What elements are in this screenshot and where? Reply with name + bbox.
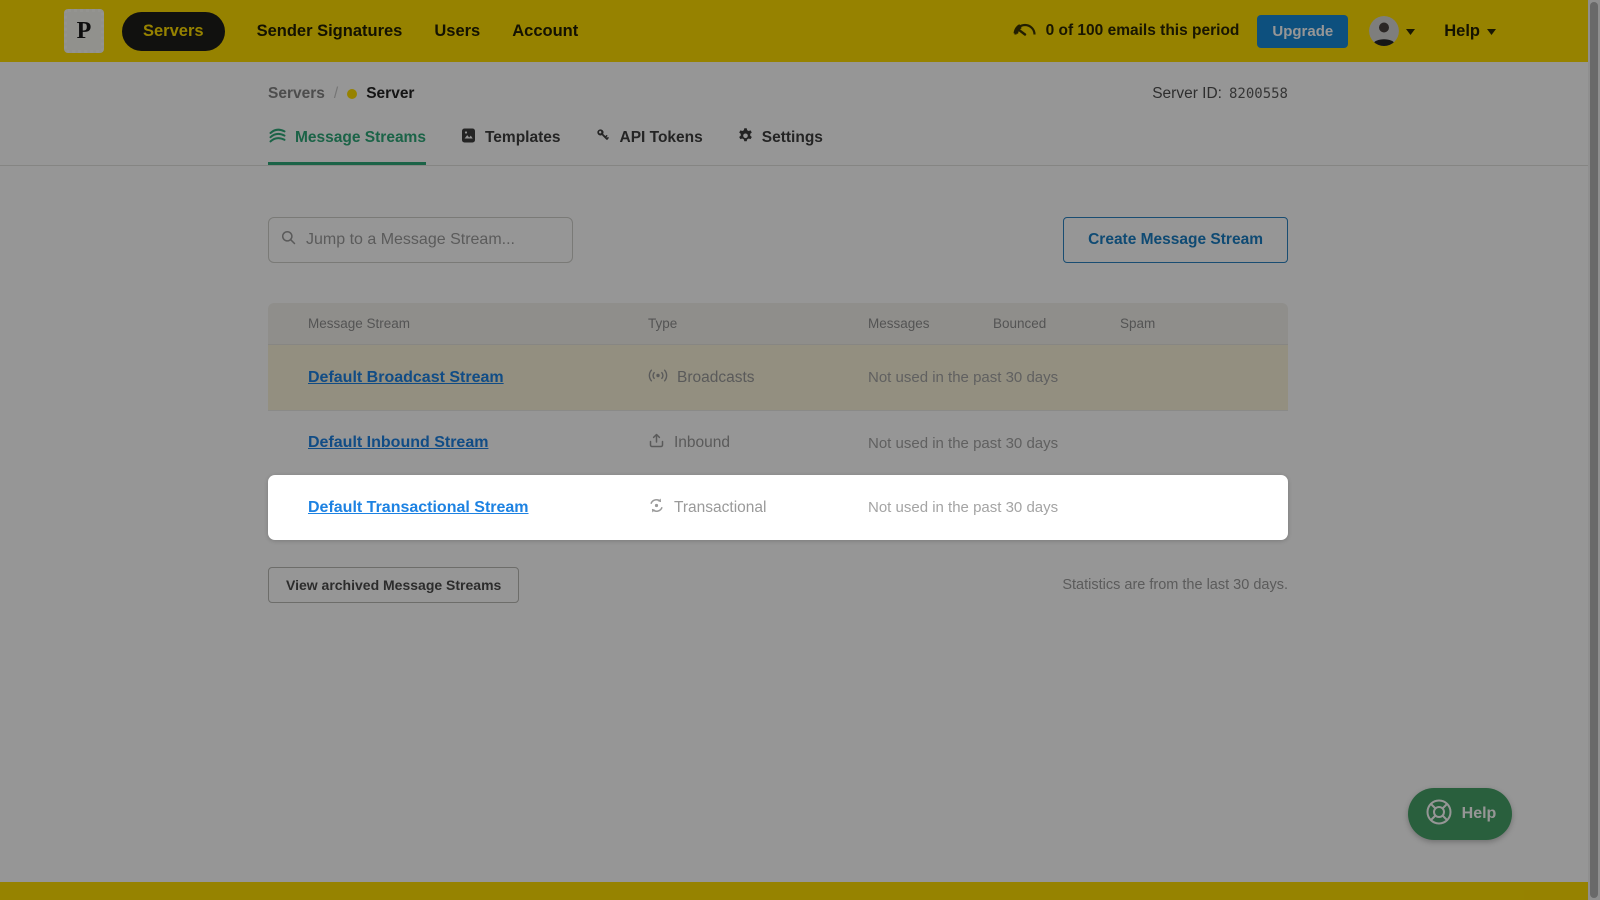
help-fab[interactable]: Help <box>1408 788 1512 840</box>
breadcrumb-servers-link[interactable]: Servers <box>268 85 325 103</box>
breadcrumb: Servers / Server <box>268 85 414 103</box>
stream-search <box>268 217 573 263</box>
search-icon <box>281 230 296 250</box>
transactional-icon <box>648 497 665 519</box>
stream-usage: Not used in the past 30 days <box>868 435 1288 452</box>
tab-label: Templates <box>485 129 561 147</box>
usage-text: 0 of 100 emails this period <box>1046 22 1240 40</box>
usage-gauge-icon <box>1013 21 1037 41</box>
tab-label: Message Streams <box>295 129 426 147</box>
logo-letter: P <box>77 19 92 43</box>
top-navbar: P Servers Sender Signatures Users Accoun… <box>0 0 1600 62</box>
table-row-broadcast: Default Broadcast Stream Broadcasts Not … <box>268 345 1288 410</box>
help-fab-label: Help <box>1462 805 1497 823</box>
col-message-stream: Message Stream <box>308 316 648 331</box>
tab-settings[interactable]: Settings <box>737 126 823 165</box>
message-streams-table: Message Stream Type Messages Bounced Spa… <box>268 303 1288 540</box>
tab-label: Settings <box>762 129 823 147</box>
tab-label: API Tokens <box>620 129 703 147</box>
broadcast-icon <box>648 368 668 388</box>
main-nav: Servers Sender Signatures Users Account <box>122 12 578 51</box>
tab-api-tokens[interactable]: API Tokens <box>595 126 703 165</box>
table-header: Message Stream Type Messages Bounced Spa… <box>268 303 1288 345</box>
server-id-label: Server ID: <box>1152 85 1222 103</box>
col-messages: Messages <box>868 316 993 331</box>
server-status-dot <box>347 89 357 99</box>
table-footer: View archived Message Streams Statistics… <box>268 567 1288 603</box>
nav-help-menu[interactable]: Help <box>1444 22 1496 41</box>
streams-toolbar: Create Message Stream <box>268 217 1288 263</box>
postmark-logo[interactable]: P <box>64 9 104 53</box>
templates-icon <box>460 127 477 149</box>
create-message-stream-button[interactable]: Create Message Stream <box>1063 217 1288 263</box>
server-tabs: Message Streams Templates API Tokens Set… <box>268 126 823 165</box>
view-archived-button[interactable]: View archived Message Streams <box>268 567 519 603</box>
stream-type: Broadcasts <box>677 369 755 387</box>
user-avatar <box>1369 16 1399 46</box>
stream-link-inbound[interactable]: Default Inbound Stream <box>308 434 488 451</box>
server-header: Servers / Server Server ID: 8200558 Mess… <box>0 62 1600 166</box>
stream-link-transactional[interactable]: Default Transactional Stream <box>308 499 529 516</box>
user-menu[interactable] <box>1369 16 1415 46</box>
table-row-transactional: Default Transactional Stream Transaction… <box>268 475 1288 540</box>
stream-type: Transactional <box>674 499 766 517</box>
stream-search-input[interactable] <box>304 230 560 250</box>
tab-message-streams[interactable]: Message Streams <box>268 126 426 165</box>
col-bounced: Bounced <box>993 316 1120 331</box>
gear-icon <box>737 127 754 149</box>
nav-help-label: Help <box>1444 22 1480 41</box>
plan-usage: 0 of 100 emails this period <box>1013 21 1240 41</box>
key-icon <box>595 127 612 149</box>
stream-link-broadcast[interactable]: Default Broadcast Stream <box>308 369 504 386</box>
streams-icon <box>268 126 287 149</box>
col-type: Type <box>648 316 868 331</box>
server-id: Server ID: 8200558 <box>1152 85 1288 103</box>
nav-item-servers[interactable]: Servers <box>122 12 225 51</box>
stream-type: Inbound <box>674 434 730 452</box>
upgrade-button[interactable]: Upgrade <box>1257 15 1348 48</box>
nav-item-account[interactable]: Account <box>512 22 578 41</box>
scrollbar-thumb[interactable] <box>1590 2 1598 898</box>
col-spam: Spam <box>1120 316 1288 331</box>
nav-item-users[interactable]: Users <box>434 22 480 41</box>
breadcrumb-current: Server <box>366 85 414 103</box>
stats-note: Statistics are from the last 30 days. <box>1062 577 1288 593</box>
scrollbar-track <box>1588 0 1600 900</box>
nav-item-sender-signatures[interactable]: Sender Signatures <box>257 22 403 41</box>
lifebuoy-icon <box>1424 797 1454 832</box>
stream-usage: Not used in the past 30 days <box>868 499 1288 516</box>
server-id-value: 8200558 <box>1229 86 1288 102</box>
bottom-yellow-strip <box>0 882 1600 900</box>
user-menu-caret-icon <box>1406 22 1415 40</box>
breadcrumb-separator: / <box>334 85 338 103</box>
stream-usage: Not used in the past 30 days <box>868 369 1288 386</box>
inbound-icon <box>648 432 665 454</box>
tab-templates[interactable]: Templates <box>460 126 561 165</box>
help-menu-caret-icon <box>1487 22 1496 40</box>
table-row-inbound: Default Inbound Stream Inbound Not used … <box>268 410 1288 475</box>
